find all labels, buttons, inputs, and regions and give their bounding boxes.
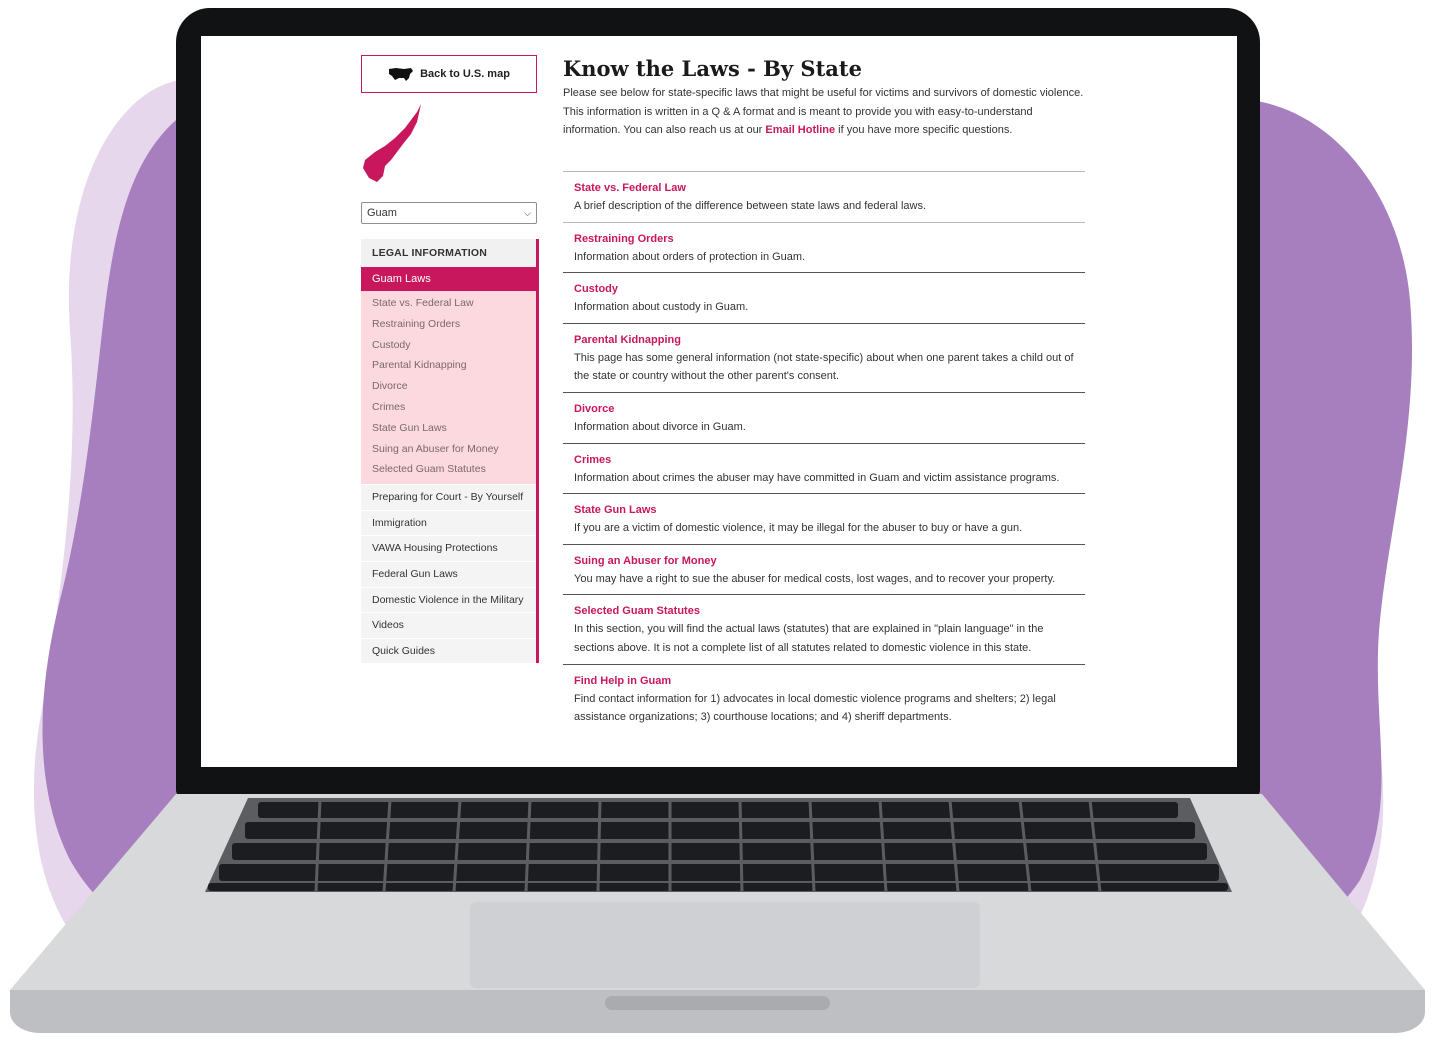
state-select[interactable]: Guam ⌵ xyxy=(361,202,537,224)
law-item: Crimes Information about crimes the abus… xyxy=(563,442,1085,494)
back-to-us-map-button[interactable]: Back to U.S. map xyxy=(361,55,537,93)
sidebar-subitem-divorce[interactable]: Divorce xyxy=(361,376,536,397)
state-select-value: Guam xyxy=(367,207,397,219)
sidebar-item-preparing-for-court[interactable]: Preparing for Court - By Yourself xyxy=(361,484,536,510)
law-link-find-help[interactable]: Find Help in Guam xyxy=(574,673,1085,690)
background-blob-dark-right xyxy=(1250,100,1413,944)
law-item: Restraining Orders Information about ord… xyxy=(563,221,1085,273)
sidebar-subitem-selected-statutes[interactable]: Selected Guam Statutes xyxy=(361,459,536,480)
sidebar-subitem-parental-kidnapping[interactable]: Parental Kidnapping xyxy=(361,355,536,376)
sidebar-subitem-restraining-orders[interactable]: Restraining Orders xyxy=(361,314,536,335)
law-item: Divorce Information about divorce in Gua… xyxy=(563,391,1085,443)
law-description: In this section, you will find the actua… xyxy=(574,623,1044,654)
us-map-icon xyxy=(389,68,414,81)
law-item: State Gun Laws If you are a victim of do… xyxy=(563,493,1085,544)
sidebar-subnav: State vs. Federal Law Restraining Orders… xyxy=(361,291,536,485)
law-description: Information about custody in Guam. xyxy=(574,301,749,314)
law-link-custody[interactable]: Custody xyxy=(574,281,1085,298)
law-link-restraining-orders[interactable]: Restraining Orders xyxy=(574,231,1085,248)
sidebar-item-videos[interactable]: Videos xyxy=(361,612,536,638)
sidebar-item-immigration[interactable]: Immigration xyxy=(361,509,536,536)
law-description: You may have a right to sue the abuser f… xyxy=(574,572,1056,585)
intro-text: Please see below for state-specific laws… xyxy=(563,84,1085,140)
email-hotline-link[interactable]: Email Hotline xyxy=(765,124,835,136)
sidebar-item-quick-guides[interactable]: Quick Guides xyxy=(361,637,536,664)
back-to-us-map-label: Back to U.S. map xyxy=(420,68,510,80)
law-link-parental-kidnapping[interactable]: Parental Kidnapping xyxy=(574,332,1085,349)
browser-screen: Back to U.S. map Guam ⌵ LEGAL INFORMATIO… xyxy=(201,36,1237,767)
sidebar-heading: LEGAL INFORMATION xyxy=(361,239,536,267)
sidebar-subitem-state-vs-federal-law[interactable]: State vs. Federal Law xyxy=(361,293,536,314)
sidebar-item-vawa-housing[interactable]: VAWA Housing Protections xyxy=(361,535,536,561)
law-link-state-vs-federal[interactable]: State vs. Federal Law xyxy=(574,180,1085,197)
law-item: Selected Guam Statutes In this section, … xyxy=(563,594,1085,663)
law-item: State vs. Federal Law A brief descriptio… xyxy=(563,171,1085,222)
sidebar-subitem-crimes[interactable]: Crimes xyxy=(361,397,536,418)
guam-map-icon xyxy=(363,104,421,182)
page-title: Know the Laws - By State xyxy=(563,56,862,81)
laws-list: State vs. Federal Law A brief descriptio… xyxy=(563,171,1085,733)
law-item: Find Help in Guam Find contact informati… xyxy=(563,663,1085,733)
law-link-state-gun-laws[interactable]: State Gun Laws xyxy=(574,502,1085,519)
law-description: Find contact information for 1) advocate… xyxy=(574,692,1056,724)
sidebar-subitem-state-gun-laws[interactable]: State Gun Laws xyxy=(361,418,536,439)
sidebar-subitem-custody[interactable]: Custody xyxy=(361,335,536,356)
law-link-crimes[interactable]: Crimes xyxy=(574,452,1085,469)
law-description: Information about crimes the abuser may … xyxy=(574,471,1060,484)
chevron-down-icon: ⌵ xyxy=(524,207,531,218)
law-item: Suing an Abuser for Money You may have a… xyxy=(563,543,1085,595)
law-description: If you are a victim of domestic violence… xyxy=(574,522,1023,535)
law-link-divorce[interactable]: Divorce xyxy=(574,401,1085,418)
law-item: Parental Kidnapping This page has some g… xyxy=(563,322,1085,392)
sidebar-item-federal-gun-laws[interactable]: Federal Gun Laws xyxy=(361,560,536,587)
sidebar-subitem-suing-an-abuser[interactable]: Suing an Abuser for Money xyxy=(361,439,536,460)
law-description: Information about divorce in Guam. xyxy=(574,420,746,433)
law-link-suing-an-abuser[interactable]: Suing an Abuser for Money xyxy=(574,553,1085,570)
legal-info-sidebar: LEGAL INFORMATION Guam Laws State vs. Fe… xyxy=(361,239,539,664)
intro-text-after: if you have more specific questions. xyxy=(835,124,1013,137)
main-content: Know the Laws - By State Please see belo… xyxy=(563,56,1085,140)
law-description: This page has some general information (… xyxy=(574,351,1074,383)
law-description: A brief description of the difference be… xyxy=(574,200,927,212)
sidebar-item-guam-laws[interactable]: Guam Laws xyxy=(361,267,536,291)
law-description: Information about orders of protection i… xyxy=(574,250,806,263)
sidebar-item-dv-military[interactable]: Domestic Violence in the Military xyxy=(361,586,536,613)
law-link-selected-statutes[interactable]: Selected Guam Statutes xyxy=(574,603,1085,620)
law-item: Custody Information about custody in Gua… xyxy=(563,272,1085,323)
